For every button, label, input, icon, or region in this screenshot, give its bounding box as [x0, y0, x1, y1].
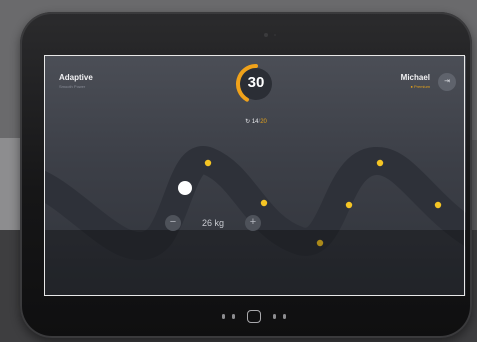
camera-icon	[264, 33, 268, 37]
nav-back-icon[interactable]	[232, 314, 235, 319]
nav-back-icon[interactable]	[222, 314, 225, 319]
weight-value: 26 kg	[201, 218, 225, 228]
plus-icon[interactable]: +	[245, 215, 261, 231]
minus-icon[interactable]: −	[165, 215, 181, 231]
track-marker	[204, 159, 212, 167]
bottom-overlay	[45, 230, 466, 296]
position-cursor	[178, 181, 192, 195]
sensor-icon	[274, 34, 276, 36]
workout-screen: Adaptive Smooth Power 30 ↻ 14/20 Michael…	[45, 56, 466, 296]
nav-recents-icon[interactable]	[273, 314, 276, 319]
track-marker	[434, 201, 442, 209]
track-marker	[260, 199, 268, 207]
nav-recents-icon[interactable]	[283, 314, 286, 319]
track-marker	[376, 159, 384, 167]
home-button-icon[interactable]	[247, 310, 261, 323]
track-marker	[345, 201, 353, 209]
